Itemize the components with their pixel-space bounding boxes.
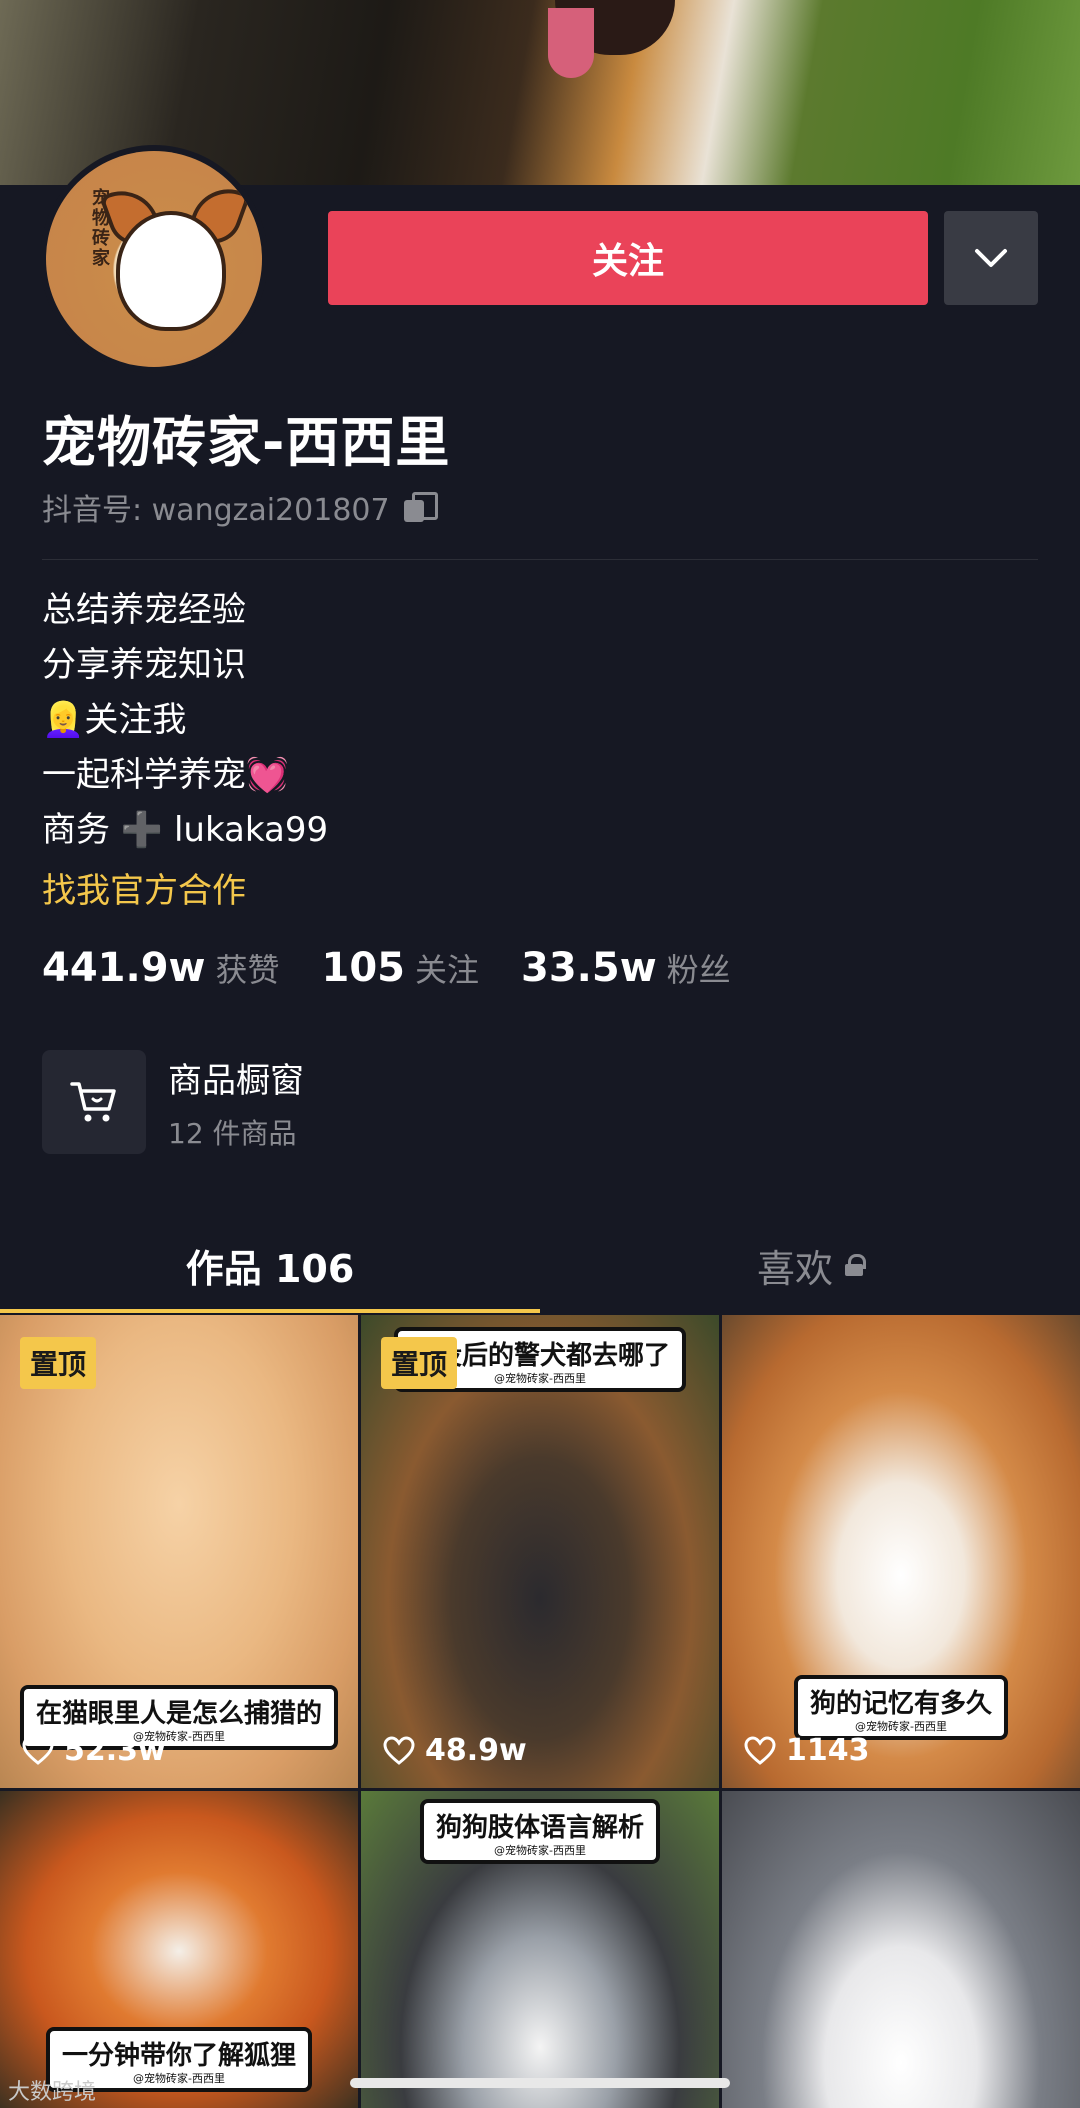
bio: 总结养宠经验 分享养宠知识 👱‍♀️关注我 一起科学养宠💓 商务 ➕ lukak… [42, 583, 328, 858]
stat-likes[interactable]: 441.9w 获赞 [42, 945, 280, 991]
shop-window[interactable]: 商品橱窗 12 件商品 [42, 1050, 304, 1154]
bio-line: 分享养宠知识 [42, 645, 246, 685]
video-thumbnail[interactable]: 置顶 在猫眼里人是怎么捕猎的 @宠物砖家-西西里 52.3w [0, 1315, 358, 1788]
copy-icon[interactable] [403, 492, 438, 522]
video-likes-count: 1143 [786, 1733, 870, 1768]
tab-likes[interactable]: 喜欢 [540, 1225, 1080, 1305]
shop-cart-icon [42, 1050, 146, 1154]
video-caption-handle: @宠物砖家-西西里 [855, 1720, 947, 1733]
stat-likes-count: 441.9w [42, 945, 206, 991]
stat-following-label: 关注 [415, 951, 480, 989]
video-likes: 52.3w [22, 1733, 166, 1768]
profile-tabs: 作品 106 喜欢 [0, 1225, 1080, 1313]
video-thumbnail[interactable]: 一分钟带你了解狐狸 @宠物砖家-西西里 [0, 1791, 358, 2108]
home-indicator[interactable] [350, 2078, 730, 2088]
shop-window-title: 商品橱窗 [168, 1060, 304, 1101]
video-caption-text: 在猫眼里人是怎么捕猎的 [35, 1699, 323, 1729]
video-thumbnail[interactable] [722, 1791, 1080, 2108]
follow-button[interactable]: 关注 [328, 211, 928, 305]
video-thumbnail[interactable]: 狗的记忆有多久 @宠物砖家-西西里 1143 [722, 1315, 1080, 1788]
shop-window-count: 12 件商品 [168, 1116, 297, 1150]
video-thumbnail[interactable]: 狗狗肢体语言解析 @宠物砖家-西西里 [361, 1791, 719, 2108]
video-caption-text: 狗狗肢体语言解析 [435, 1813, 645, 1843]
heart-icon [383, 1735, 415, 1765]
stat-fans-count: 33.5w [521, 945, 657, 991]
bio-line: 👱‍♀️关注我 [42, 700, 187, 740]
profile-stats: 441.9w 获赞 105 关注 33.5w 粉丝 [42, 945, 731, 991]
stat-likes-label: 获赞 [215, 951, 280, 989]
bio-business-line: 商务 ➕ lukaka99 [42, 803, 328, 858]
video-caption: 狗狗肢体语言解析 @宠物砖家-西西里 [419, 1799, 661, 1864]
heart-icon [744, 1735, 776, 1765]
video-grid: 置顶 在猫眼里人是怎么捕猎的 @宠物砖家-西西里 52.3w 退役后的警犬都去哪了… [0, 1315, 1080, 2108]
stat-fans[interactable]: 33.5w 粉丝 [521, 945, 731, 991]
video-cover-image [722, 1791, 1080, 2108]
more-options-button[interactable] [944, 211, 1038, 305]
tab-likes-label: 喜欢 [756, 1246, 833, 1291]
douyin-id: 抖音号: wangzai201807 [42, 485, 438, 529]
video-caption: 狗的记忆有多久 @宠物砖家-西西里 [793, 1675, 1009, 1740]
chevron-down-icon [975, 249, 1007, 267]
divider [42, 559, 1038, 560]
heart-icon [22, 1735, 54, 1765]
video-thumbnail[interactable]: 退役后的警犬都去哪了 @宠物砖家-西西里 置顶 48.9w [361, 1315, 719, 1788]
tab-works[interactable]: 作品 106 [0, 1225, 540, 1313]
pinned-badge: 置顶 [381, 1337, 458, 1389]
stat-following-count: 105 [321, 945, 406, 991]
video-likes: 1143 [744, 1733, 870, 1768]
video-caption-text: 狗的记忆有多久 [809, 1689, 993, 1719]
watermark: 大数跨境 [8, 2080, 97, 2105]
video-caption-text: 一分钟带你了解狐狸 [61, 2041, 297, 2071]
douyin-id-text: 抖音号: wangzai201807 [42, 493, 390, 528]
video-likes-count: 52.3w [64, 1733, 166, 1768]
stat-following[interactable]: 105 关注 [322, 945, 480, 991]
video-likes: 48.9w [383, 1733, 527, 1768]
bio-line: 总结养宠经验 [42, 590, 246, 630]
video-caption-handle: @宠物砖家-西西里 [494, 1844, 586, 1857]
bio-line: 一起科学养宠💓 [42, 755, 289, 795]
video-likes-count: 48.9w [425, 1733, 527, 1768]
official-cooperation-link[interactable]: 找我官方合作 [42, 863, 246, 912]
bio-business-label: 商务 [42, 810, 110, 850]
avatar[interactable]: 宠物砖家 [40, 145, 268, 373]
stat-fans-label: 粉丝 [666, 951, 731, 989]
plus-icon: ➕ [120, 810, 164, 850]
pinned-badge: 置顶 [20, 1337, 97, 1389]
lock-icon [845, 1254, 866, 1276]
bio-business-contact: lukaka99 [173, 810, 329, 850]
profile-name: 宠物砖家-西西里 [42, 411, 451, 474]
